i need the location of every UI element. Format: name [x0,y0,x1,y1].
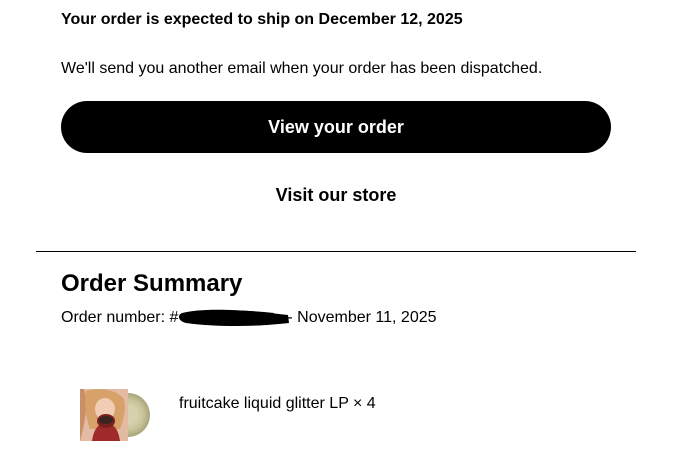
visit-store-link[interactable]: Visit our store [61,184,611,206]
order-number-prefix: Order number: # [61,309,179,327]
order-summary-title: Order Summary [61,270,243,297]
order-number-line: Order number: # - November 11, 2025 [61,308,437,328]
dispatch-note: We'll send you another email when your o… [61,60,543,77]
album-cover-icon [80,389,150,441]
divider [36,251,636,252]
redacted-order-number [179,309,290,326]
view-order-label: View your order [268,116,404,137]
order-date: - November 11, 2025 [287,309,437,327]
product-name: fruitcake liquid glitter LP × 4 [179,395,376,412]
view-order-button[interactable]: View your order [61,101,611,153]
ship-date-headline: Your order is expected to ship on Decemb… [61,11,463,28]
